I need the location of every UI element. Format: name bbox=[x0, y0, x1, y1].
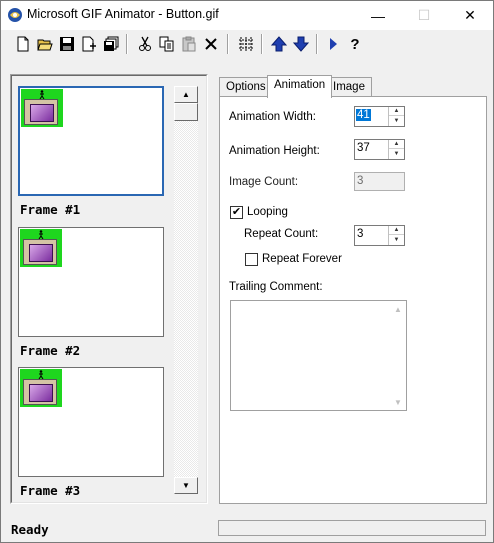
minimize-button[interactable]: — bbox=[355, 1, 401, 30]
spinner-arrows[interactable]: ▲ ▼ bbox=[388, 226, 404, 245]
animation-height-input[interactable]: 37 bbox=[356, 142, 371, 154]
comment-scroll-up-icon: ▲ bbox=[394, 304, 402, 314]
save-icon[interactable] bbox=[56, 33, 78, 55]
spin-up-icon[interactable]: ▲ bbox=[389, 226, 404, 235]
toolbar-separator bbox=[227, 34, 229, 54]
open-icon[interactable] bbox=[34, 33, 56, 55]
new-icon[interactable] bbox=[12, 33, 34, 55]
status-text: Ready bbox=[11, 522, 49, 537]
frame-list-pane: Frame #1 Frame #2 Frame #3 ▲ ▼ bbox=[10, 74, 208, 504]
move-down-icon[interactable] bbox=[290, 33, 312, 55]
image-count-field: 3 bbox=[354, 172, 405, 191]
title-bar: Microsoft GIF Animator - Button.gif — ☐ … bbox=[1, 1, 493, 30]
preview-icon[interactable] bbox=[322, 33, 344, 55]
repeat-count-spinner[interactable]: 3 ▲ ▼ bbox=[354, 225, 405, 246]
window-title: Microsoft GIF Animator - Button.gif bbox=[27, 7, 219, 21]
save-as-icon[interactable] bbox=[100, 33, 122, 55]
frame-image bbox=[20, 369, 62, 407]
comment-scroll-down-icon: ▼ bbox=[394, 397, 402, 407]
animation-width-spinner[interactable]: 41 ▲ ▼ bbox=[354, 106, 405, 127]
tab-animation[interactable]: Animation bbox=[267, 75, 333, 98]
frame-list: Frame #1 Frame #2 Frame #3 ▲ ▼ bbox=[11, 75, 207, 503]
toolbar-separator bbox=[261, 34, 263, 54]
gif-animator-window: Microsoft GIF Animator - Button.gif — ☐ … bbox=[0, 0, 494, 543]
frame-label: Frame #2 bbox=[20, 343, 81, 358]
frame-image bbox=[21, 89, 63, 127]
frame-list-scrollbar[interactable]: ▲ ▼ bbox=[174, 86, 198, 494]
spinner-arrows[interactable]: ▲ ▼ bbox=[388, 140, 404, 159]
frame-label: Frame #3 bbox=[20, 483, 81, 498]
delete-icon[interactable] bbox=[200, 33, 222, 55]
scroll-down-button[interactable]: ▼ bbox=[174, 477, 198, 494]
frame-thumbnail-selected[interactable] bbox=[18, 86, 164, 196]
toolbar-separator bbox=[316, 34, 318, 54]
insert-icon[interactable] bbox=[78, 33, 100, 55]
image-count-label: Image Count: bbox=[229, 176, 299, 188]
maximize-button: ☐ bbox=[417, 7, 431, 23]
spin-down-icon[interactable]: ▼ bbox=[389, 116, 404, 125]
spin-up-icon[interactable]: ▲ bbox=[389, 140, 404, 149]
comment-scrollbar: ▲ ▼ bbox=[390, 301, 406, 410]
spin-up-icon[interactable]: ▲ bbox=[389, 107, 404, 116]
status-field bbox=[218, 520, 486, 536]
repeat-count-input[interactable]: 3 bbox=[356, 228, 364, 240]
animation-height-spinner[interactable]: 37 ▲ ▼ bbox=[354, 139, 405, 160]
tab-options[interactable]: Options bbox=[219, 77, 273, 97]
select-all-icon[interactable] bbox=[235, 33, 257, 55]
animation-tab-panel: Animation Width: 41 ▲ ▼ Animation Height… bbox=[219, 96, 487, 504]
repeat-forever-checkbox[interactable] bbox=[245, 253, 258, 266]
move-up-icon[interactable] bbox=[268, 33, 290, 55]
toolbar-separator bbox=[126, 34, 128, 54]
cut-icon[interactable] bbox=[134, 33, 156, 55]
frame-label: Frame #1 bbox=[20, 202, 81, 217]
frame-thumbnail[interactable] bbox=[18, 367, 164, 477]
frame-image bbox=[20, 229, 62, 267]
paste-icon bbox=[178, 33, 200, 55]
animation-width-label: Animation Width: bbox=[229, 111, 316, 123]
copy-icon[interactable] bbox=[156, 33, 178, 55]
scroll-up-button[interactable]: ▲ bbox=[174, 86, 198, 103]
help-icon[interactable]: ? bbox=[344, 33, 366, 55]
animation-width-input[interactable]: 41 bbox=[356, 109, 371, 121]
repeat-count-label: Repeat Count: bbox=[244, 228, 319, 240]
trailing-comment-textarea[interactable]: ▲ ▼ bbox=[230, 300, 407, 411]
looping-checkbox[interactable]: ✔ bbox=[230, 206, 243, 219]
spin-down-icon[interactable]: ▼ bbox=[389, 235, 404, 244]
frame-thumbnail[interactable] bbox=[18, 227, 164, 337]
animation-height-label: Animation Height: bbox=[229, 145, 320, 157]
spinner-arrows[interactable]: ▲ ▼ bbox=[388, 107, 404, 126]
spin-down-icon[interactable]: ▼ bbox=[389, 149, 404, 158]
app-icon[interactable] bbox=[7, 7, 23, 23]
tab-image[interactable]: Image bbox=[326, 77, 372, 97]
status-bar: Ready bbox=[1, 513, 493, 542]
scroll-thumb[interactable] bbox=[174, 103, 198, 121]
trailing-comment-label: Trailing Comment: bbox=[229, 281, 323, 293]
repeat-forever-label[interactable]: Repeat Forever bbox=[262, 253, 342, 265]
toolbar: ? bbox=[1, 30, 493, 62]
close-button[interactable]: ✕ bbox=[447, 1, 493, 30]
looping-label[interactable]: Looping bbox=[247, 206, 288, 218]
